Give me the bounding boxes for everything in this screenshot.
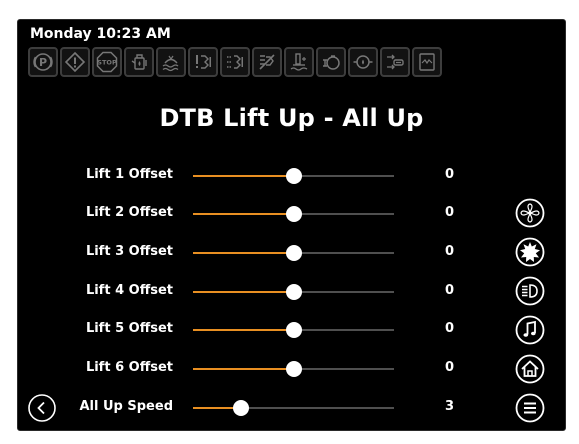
setting-value: 0 [445, 360, 455, 375]
lift-alert-icon [188, 47, 218, 77]
back-button[interactable] [27, 393, 57, 423]
setting-label: Lift 2 Offset [85, 205, 173, 220]
svg-text:STOP: STOP [97, 59, 117, 67]
setting-slider[interactable] [193, 354, 394, 384]
slider-thumb[interactable] [233, 400, 250, 416]
headlight-icon [515, 276, 545, 306]
slider-thumb[interactable] [285, 284, 302, 300]
washer-fluid-icon [156, 47, 186, 77]
setting-label: Lift 5 Offset [85, 321, 173, 336]
audio-button[interactable] [515, 315, 545, 345]
setting-row: All Up Speed 3 [18, 393, 565, 423]
setting-row: Lift 6 Offset 0 [18, 354, 565, 384]
fan-icon [515, 198, 545, 228]
engine-oil-icon [316, 47, 346, 77]
stop-icon: STOP [92, 47, 122, 77]
svg-text:P: P [39, 56, 47, 69]
page-title: DTB Lift Up - All Up [159, 104, 424, 132]
headlight-button[interactable] [515, 276, 545, 306]
brightness-button[interactable] [515, 237, 545, 267]
menu-button[interactable] [515, 393, 545, 423]
music-note-icon [515, 315, 545, 345]
fan-button[interactable] [515, 198, 545, 228]
lift-disabled-icon [252, 47, 282, 77]
home-icon [515, 354, 545, 384]
slider-fill [193, 329, 294, 331]
slider-fill [193, 291, 294, 293]
setting-value: 0 [445, 244, 455, 259]
setting-slider[interactable] [193, 315, 394, 345]
hydraulic-level-icon [284, 47, 314, 77]
warning-icon [60, 47, 90, 77]
slider-thumb[interactable] [285, 168, 302, 184]
slider-thumb[interactable] [285, 361, 302, 377]
display-screen: Monday 10:23 AM P STOP DTB Lift Up - All… [17, 19, 566, 431]
setting-slider[interactable] [193, 393, 394, 423]
panel-icon [412, 47, 442, 77]
setting-row: Lift 1 Offset 0 [18, 161, 565, 191]
slider-fill [193, 368, 294, 370]
fuel-icon [124, 47, 154, 77]
setting-slider[interactable] [193, 238, 394, 268]
setting-slider[interactable] [193, 161, 394, 191]
setting-row: Lift 3 Offset 0 [18, 238, 565, 268]
setting-label: Lift 6 Offset [85, 360, 173, 375]
setting-label: All Up Speed [79, 399, 174, 414]
slider-thumb[interactable] [285, 245, 302, 261]
setting-value: 3 [445, 399, 455, 414]
setting-row: Lift 4 Offset 0 [18, 277, 565, 307]
lift-system-icon [220, 47, 250, 77]
setting-slider[interactable] [193, 277, 394, 307]
setting-label: Lift 4 Offset [85, 283, 173, 298]
sun-icon [515, 237, 545, 267]
home-button[interactable] [515, 354, 545, 384]
slider-fill [193, 175, 294, 177]
setting-row: Lift 5 Offset 0 [18, 315, 565, 345]
setting-value: 0 [445, 167, 455, 182]
parking-brake-icon: P [28, 47, 58, 77]
slider-fill [193, 213, 294, 215]
setting-value: 0 [445, 205, 455, 220]
back-arrow-icon [28, 394, 56, 422]
menu-icon [515, 393, 545, 423]
setting-label: Lift 1 Offset [85, 167, 173, 182]
setting-slider[interactable] [193, 199, 394, 229]
slider-thumb[interactable] [285, 322, 302, 338]
setting-row: Lift 2 Offset 0 [18, 199, 565, 229]
setting-value: 0 [445, 321, 455, 336]
oil-pressure-icon [348, 47, 378, 77]
date-time: Monday 10:23 AM [30, 26, 171, 42]
setting-label: Lift 3 Offset [85, 244, 173, 259]
slider-thumb[interactable] [285, 206, 302, 222]
setting-value: 0 [445, 283, 455, 298]
slider-fill [193, 252, 294, 254]
transmission-icon [380, 47, 410, 77]
